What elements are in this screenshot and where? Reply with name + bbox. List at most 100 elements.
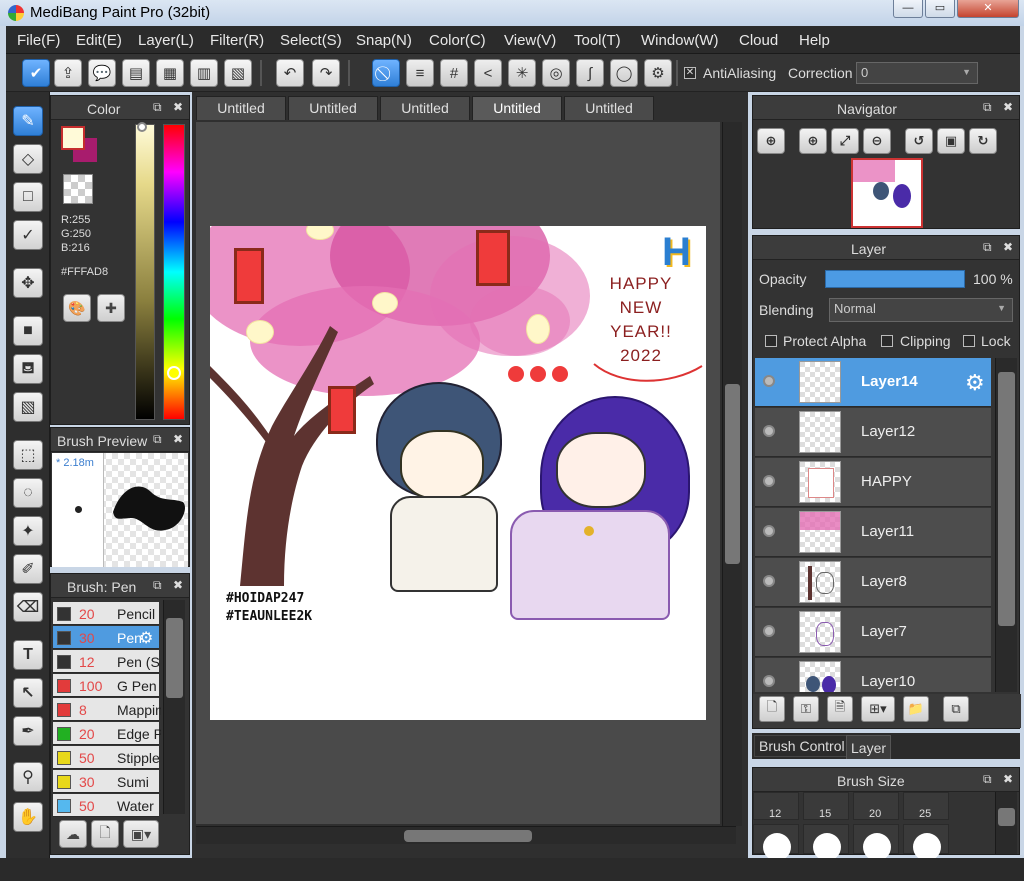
magic-wand-tool-icon[interactable]: ✦ xyxy=(13,516,43,546)
layer-row[interactable]: Layer12 xyxy=(755,408,991,457)
foreground-color-swatch[interactable] xyxy=(61,126,85,150)
tab-untitled-5[interactable]: Untitled xyxy=(564,96,654,120)
canvas-vertical-scrollbar[interactable] xyxy=(722,122,742,826)
menu-window[interactable]: Window(W) xyxy=(641,32,719,49)
cloud-save-icon[interactable]: ✔ xyxy=(22,59,50,87)
brush-size-option[interactable] xyxy=(753,824,799,861)
document-icon[interactable]: ▦ xyxy=(156,59,184,87)
brush-list-scrollbar[interactable] xyxy=(163,600,185,814)
panel-layout-icon[interactable]: ▥ xyxy=(190,59,218,87)
brush-list-item[interactable]: 20 Edge P xyxy=(53,722,161,745)
snap-curve-icon[interactable]: ∫ xyxy=(576,59,604,87)
tab-untitled-1[interactable]: Untitled xyxy=(196,96,286,120)
brush-settings-gear-icon[interactable]: ⚙ xyxy=(139,628,153,648)
lasso-tool-icon[interactable]: ◌ xyxy=(13,478,43,508)
layer-row[interactable]: Layer10 xyxy=(755,658,991,692)
menu-filter[interactable]: Filter(R) xyxy=(210,32,264,49)
brush-size-scrollbar[interactable] xyxy=(995,792,1017,854)
eraser-tool-icon[interactable]: ◇ xyxy=(13,144,43,174)
scrollbar-thumb[interactable] xyxy=(166,618,183,698)
tab-untitled-3[interactable]: Untitled xyxy=(380,96,470,120)
menu-layer[interactable]: Layer(L) xyxy=(138,32,194,49)
undock-icon[interactable]: ⧉ xyxy=(153,578,162,593)
reset-view-icon[interactable]: ▣ xyxy=(937,128,965,154)
fit-screen-icon[interactable]: ⤢ xyxy=(831,128,859,154)
brush-cloud-icon[interactable]: ☁ xyxy=(59,820,87,848)
snap-settings-gear-icon[interactable]: ⚙ xyxy=(644,59,672,87)
lock-checkbox[interactable] xyxy=(963,335,975,347)
brush-list-item[interactable]: 50 Stipple xyxy=(53,746,160,769)
close-icon[interactable]: ✖ xyxy=(173,432,183,446)
layer-row[interactable]: Layer8 xyxy=(755,558,991,607)
visibility-eye-icon[interactable] xyxy=(763,475,775,487)
protect-alpha-checkbox[interactable] xyxy=(765,335,777,347)
scrollbar-thumb[interactable] xyxy=(404,830,532,842)
visibility-eye-icon[interactable] xyxy=(763,375,775,387)
menu-view[interactable]: View(V) xyxy=(504,32,556,49)
snap-off-icon[interactable]: ⃠ xyxy=(372,59,400,87)
menu-edit[interactable]: Edit(E) xyxy=(76,32,122,49)
visibility-eye-icon[interactable] xyxy=(763,575,775,587)
menu-select[interactable]: Select(S) xyxy=(280,32,342,49)
opacity-slider[interactable] xyxy=(825,270,965,288)
undock-icon[interactable]: ⧉ xyxy=(153,100,162,115)
visibility-eye-icon[interactable] xyxy=(763,675,775,687)
new-halftone-layer-icon[interactable]: ⚿ xyxy=(793,696,819,722)
brush-list-item[interactable]: 50 Water xyxy=(53,794,159,817)
brush-size-option[interactable] xyxy=(853,824,899,861)
brightness-handle[interactable] xyxy=(137,122,147,132)
zoom-out-icon[interactable]: ⊖ xyxy=(863,128,891,154)
eyedropper-tool-icon[interactable]: ✒ xyxy=(13,716,43,746)
comic-panel-icon[interactable]: ▧ xyxy=(224,59,252,87)
new-layer-icon[interactable]: 🗋 xyxy=(759,696,785,722)
blending-dropdown[interactable]: Normal ▼ xyxy=(829,298,1013,322)
tab-brush-control[interactable]: Brush Control xyxy=(754,735,850,757)
visibility-eye-icon[interactable] xyxy=(763,525,775,537)
comment-icon[interactable]: 💬 xyxy=(88,59,116,87)
visibility-eye-icon[interactable] xyxy=(763,425,775,437)
correction-dropdown[interactable]: 0 ▼ xyxy=(856,62,978,84)
duplicate-layer-icon[interactable]: ⧉ xyxy=(943,696,969,722)
shape-fill-tool-icon[interactable]: ■ xyxy=(13,316,43,346)
transparent-color-swatch[interactable] xyxy=(63,174,93,204)
layer-row[interactable]: Layer14 ⚙ xyxy=(755,358,991,407)
clipping-checkbox[interactable] xyxy=(881,335,893,347)
artwork-canvas[interactable]: H HAPPY NEW YEAR!! 2022 #HOIDAP247 #TEAU… xyxy=(210,226,706,720)
brush-list-item[interactable]: 30 Pen ⚙ xyxy=(53,626,159,649)
undock-icon[interactable]: ⧉ xyxy=(983,772,992,787)
select-eraser-tool-icon[interactable]: ⌫ xyxy=(13,592,43,622)
snap-radial-icon[interactable]: ✳ xyxy=(508,59,536,87)
menu-color[interactable]: Color(C) xyxy=(429,32,486,49)
move-tool-icon[interactable]: ✥ xyxy=(13,268,43,298)
snap-parallel-icon[interactable]: ≡ xyxy=(406,59,434,87)
undock-icon[interactable]: ⧉ xyxy=(153,432,162,447)
dot-tool-icon[interactable]: □ xyxy=(13,182,43,212)
canvas-horizontal-scrollbar[interactable] xyxy=(196,826,736,844)
close-window-button[interactable]: ✕ xyxy=(957,0,1019,18)
minimize-button[interactable]: — xyxy=(893,0,923,18)
snap-ellipse-icon[interactable]: ◯ xyxy=(610,59,638,87)
menu-tool[interactable]: Tool(T) xyxy=(574,32,621,49)
divide-tool-icon[interactable]: ↖ xyxy=(13,678,43,708)
undock-icon[interactable]: ⧉ xyxy=(983,100,992,115)
brush-list-item[interactable]: 20 Pencil xyxy=(53,602,159,625)
menu-snap[interactable]: Snap(N) xyxy=(356,32,412,49)
folder-icon[interactable]: 📁 xyxy=(903,696,929,722)
rotate-right-icon[interactable]: ↻ xyxy=(969,128,997,154)
brush-size-option[interactable] xyxy=(903,824,949,861)
zoom-in-icon[interactable]: ⊕ xyxy=(799,128,827,154)
select-rect-tool-icon[interactable]: ⬚ xyxy=(13,440,43,470)
close-icon[interactable]: ✖ xyxy=(1003,240,1013,254)
select-pen-tool-icon[interactable]: ✐ xyxy=(13,554,43,584)
scrollbar-thumb[interactable] xyxy=(998,372,1015,626)
brightness-slider[interactable] xyxy=(135,124,155,420)
maximize-button[interactable]: ▭ xyxy=(925,0,955,18)
scrollbar-thumb[interactable] xyxy=(998,808,1015,826)
close-icon[interactable]: ✖ xyxy=(1003,100,1013,114)
visibility-eye-icon[interactable] xyxy=(763,625,775,637)
scrollbar-thumb[interactable] xyxy=(725,384,740,564)
line-tool-icon[interactable]: ✓ xyxy=(13,220,43,250)
text-tool-icon[interactable]: T xyxy=(13,640,43,670)
palette-add-icon[interactable]: ✚ xyxy=(97,294,125,322)
antialiasing-checkbox[interactable]: ✕ xyxy=(684,67,696,79)
